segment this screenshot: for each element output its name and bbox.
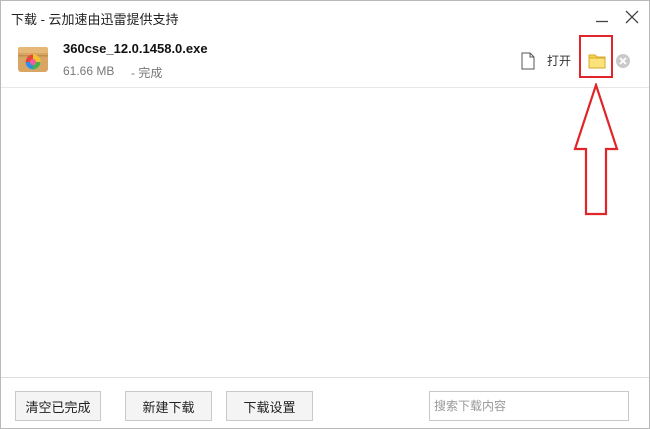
file-name: 360cse_12.0.1458.0.exe xyxy=(63,41,208,56)
file-size: 61.66 MB xyxy=(63,64,115,78)
cancel-button[interactable] xyxy=(615,53,631,69)
footer-bar: 清空已完成 新建下载 下载设置 xyxy=(1,377,649,428)
app-icon xyxy=(18,43,48,73)
open-file-link[interactable]: 打开 xyxy=(547,52,571,69)
new-download-button[interactable]: 新建下载 xyxy=(125,391,212,421)
title-bar: 下载 - 云加速由迅雷提供支持 xyxy=(1,1,649,33)
download-status: - 完成 xyxy=(131,66,163,80)
up-arrow-annotation xyxy=(573,81,619,217)
download-list-item[interactable]: 360cse_12.0.1458.0.exe 61.66 MB - 完成 打开 xyxy=(1,33,649,88)
minimize-button[interactable] xyxy=(590,5,614,29)
download-window: 下载 - 云加速由迅雷提供支持 360cse_12.0.1458.0.exe 6… xyxy=(0,0,650,429)
clear-completed-button[interactable]: 清空已完成 xyxy=(15,391,101,421)
cancel-icon xyxy=(616,54,630,68)
close-icon xyxy=(625,10,639,24)
window-title: 下载 - 云加速由迅雷提供支持 xyxy=(11,12,179,27)
minimize-icon xyxy=(596,20,608,23)
download-settings-button[interactable]: 下载设置 xyxy=(226,391,313,421)
close-button[interactable] xyxy=(620,5,644,29)
search-input[interactable] xyxy=(429,391,629,421)
file-icon[interactable] xyxy=(520,52,536,70)
highlight-box xyxy=(579,35,613,78)
